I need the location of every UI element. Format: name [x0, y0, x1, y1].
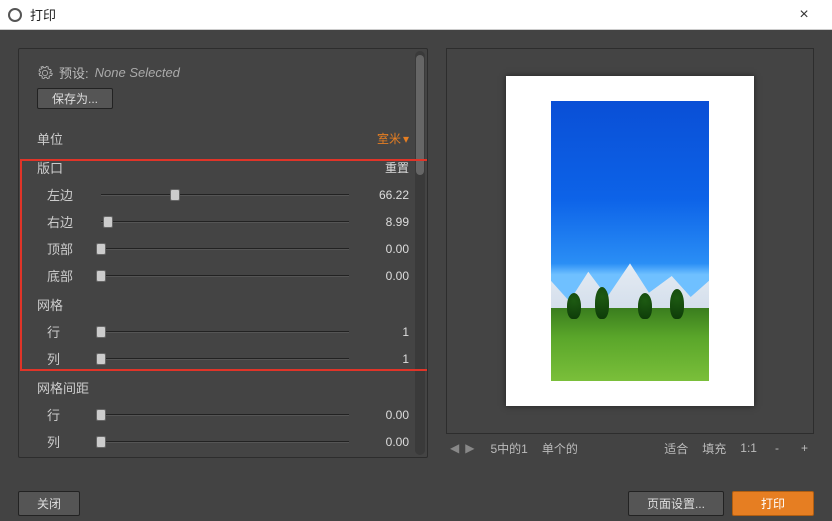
slider-bottom: 底部 0.00	[37, 266, 409, 285]
dialog-body: 预设: None Selected 保存为... 单位 室米 ▾ 版口 重置 左	[0, 30, 832, 521]
spacing-rows-value: 0.00	[359, 408, 409, 422]
slider-left: 左边 66.22	[37, 185, 409, 204]
reset-button[interactable]: 重置	[385, 159, 409, 176]
left-scrollbar[interactable]	[415, 51, 425, 455]
prev-page-icon[interactable]: ◀	[448, 441, 461, 455]
chevron-down-icon: ▾	[403, 132, 409, 146]
left-value: 66.22	[359, 188, 409, 202]
window-title: 打印	[30, 5, 784, 24]
top-value: 0.00	[359, 242, 409, 256]
grid-label: 网格	[37, 295, 63, 314]
page-preview	[506, 76, 754, 406]
spacing-header: 网格间距	[37, 378, 409, 397]
bottom-value: 0.00	[359, 269, 409, 283]
fill-button[interactable]: 填充	[702, 440, 726, 457]
spacing-cols-value: 0.00	[359, 435, 409, 449]
save-as-button[interactable]: 保存为...	[37, 88, 113, 109]
unit-dropdown[interactable]: 室米 ▾	[377, 130, 409, 147]
bottom-label: 底部	[37, 266, 91, 285]
page-indicator: 5中的1	[490, 440, 527, 457]
slider-spacing-cols: 列 0.00	[37, 432, 409, 451]
slider-rows: 行 1	[37, 322, 409, 341]
rows-slider[interactable]	[101, 325, 349, 339]
next-page-icon[interactable]: ▶	[463, 441, 476, 455]
unit-label: 单位	[37, 129, 63, 148]
viewport-header: 版口 重置	[37, 158, 409, 177]
spacing-cols-slider[interactable]	[101, 435, 349, 449]
footer: 关闭 页面设置... 打印	[0, 485, 832, 521]
spacing-rows-slider[interactable]	[101, 408, 349, 422]
left-slider[interactable]	[101, 188, 349, 202]
slider-right: 右边 8.99	[37, 212, 409, 231]
right-label: 右边	[37, 212, 91, 231]
unit-value: 室米	[377, 130, 401, 147]
zoom-out-button[interactable]: -	[771, 441, 783, 455]
spacing-rows-label: 行	[37, 405, 91, 424]
unit-row: 单位 室米 ▾	[37, 129, 409, 148]
preview-area	[446, 48, 814, 434]
print-button[interactable]: 打印	[732, 491, 814, 516]
right-value: 8.99	[359, 215, 409, 229]
zoom-in-button[interactable]: +	[797, 441, 812, 455]
spacing-cols-label: 列	[37, 432, 91, 451]
cols-slider[interactable]	[101, 352, 349, 366]
bottom-slider[interactable]	[101, 269, 349, 283]
preview-panel: ◀ ▶ 5中的1 单个的 适合 填充 1:1 - +	[446, 48, 814, 458]
left-label: 左边	[37, 185, 91, 204]
close-button[interactable]: 关闭	[18, 491, 80, 516]
top-label: 顶部	[37, 239, 91, 258]
scale-label[interactable]: 1:1	[740, 441, 757, 455]
fit-button[interactable]: 适合	[664, 440, 688, 457]
rows-value: 1	[359, 325, 409, 339]
cols-value: 1	[359, 352, 409, 366]
photo-preview	[551, 101, 709, 381]
preset-label: 预设:	[59, 63, 89, 82]
top-slider[interactable]	[101, 242, 349, 256]
preset-value: None Selected	[95, 65, 180, 80]
spacing-label: 网格间距	[37, 378, 89, 397]
preview-scrollbar[interactable]	[801, 51, 811, 431]
viewport-label: 版口	[37, 158, 63, 177]
slider-spacing-rows: 行 0.00	[37, 405, 409, 424]
page-setup-button[interactable]: 页面设置...	[628, 491, 724, 516]
cols-label: 列	[37, 349, 91, 368]
app-icon	[8, 8, 22, 22]
gear-icon[interactable]	[37, 65, 53, 81]
mode-label[interactable]: 单个的	[542, 440, 578, 457]
settings-panel: 预设: None Selected 保存为... 单位 室米 ▾ 版口 重置 左	[18, 48, 428, 458]
grid-header: 网格	[37, 295, 409, 314]
page-nav: ◀ ▶	[448, 441, 476, 455]
close-icon[interactable]: ×	[784, 6, 824, 24]
titlebar[interactable]: 打印 ×	[0, 0, 832, 30]
right-slider[interactable]	[101, 215, 349, 229]
rows-label: 行	[37, 322, 91, 341]
preview-status: ◀ ▶ 5中的1 单个的 适合 填充 1:1 - +	[446, 434, 814, 458]
slider-top: 顶部 0.00	[37, 239, 409, 258]
slider-cols: 列 1	[37, 349, 409, 368]
